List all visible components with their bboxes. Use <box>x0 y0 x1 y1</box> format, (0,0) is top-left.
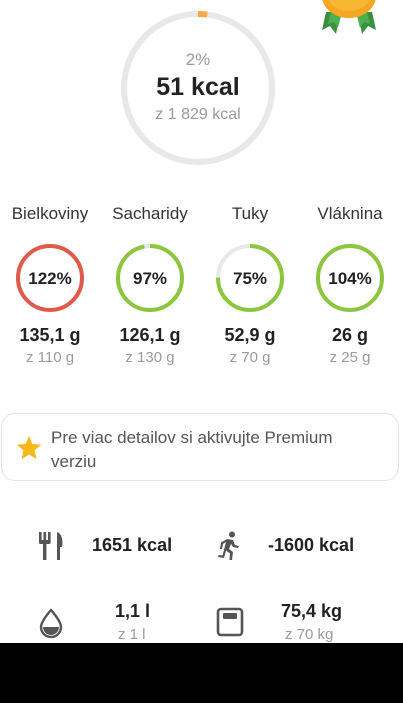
stat-food-value: 1651 kcal <box>92 535 173 555</box>
macro-amount: 126,1 g <box>119 325 181 345</box>
stat-exercise[interactable]: -1600 kcal <box>200 515 403 575</box>
macro-name: Sacharidy <box>112 204 188 223</box>
macro-name: Tuky <box>231 204 269 223</box>
stat-weight-value: 75,4 kg <box>281 601 343 621</box>
macro-fat[interactable]: Tuky 75% 52,9 g z 70 g <box>200 200 300 380</box>
daily-stats: 1651 kcal -1600 kcal 1,1 l z 1 l 75,4 kg <box>0 515 403 643</box>
macro-name: Bielkoviny <box>11 204 89 223</box>
medal-icon[interactable] <box>318 0 380 36</box>
nutrition-summary-screen: 2% 51 kcal z 1 829 kcal Bielkoviny 122% … <box>0 0 403 643</box>
macro-percent: 75% <box>232 269 268 288</box>
macro-percent: 122% <box>28 269 72 288</box>
water-drop-icon <box>39 608 63 638</box>
macro-goal: z 130 g <box>125 349 175 366</box>
scale-icon <box>216 607 244 637</box>
macro-amount: 26 g <box>331 325 369 345</box>
stat-food[interactable]: 1651 kcal <box>0 515 200 575</box>
macro-carbs[interactable]: Sacharidy 97% 126,1 g z 130 g <box>100 200 200 380</box>
stat-water[interactable]: 1,1 l z 1 l <box>0 581 200 643</box>
stat-water-value: 1,1 l <box>115 601 151 621</box>
running-icon <box>218 531 239 560</box>
calorie-progress-ring[interactable]: 2% 51 kcal z 1 829 kcal <box>119 9 277 167</box>
stat-weight-goal: z 70 kg <box>285 626 334 643</box>
macro-amount: 52,9 g <box>224 325 276 345</box>
macro-goal: z 110 g <box>25 349 75 366</box>
macro-protein[interactable]: Bielkoviny 122% 135,1 g z 110 g <box>0 200 100 380</box>
macro-ring: 122% <box>15 243 85 313</box>
stat-exercise-value: -1600 kcal <box>268 535 355 555</box>
macros-row: Bielkoviny 122% 135,1 g z 110 g Sacharid… <box>0 200 403 380</box>
macro-name: Vláknina <box>317 204 383 223</box>
macro-amount: 135,1 g <box>19 325 81 345</box>
calorie-value: 51 kcal <box>156 73 240 101</box>
macro-percent: 104% <box>328 269 372 288</box>
star-icon <box>16 435 42 460</box>
stat-weight[interactable]: 75,4 kg z 70 kg <box>200 581 403 643</box>
premium-promo-text: Pre viac detailov si aktivujte Premium v… <box>51 428 333 471</box>
macro-ring: 104% <box>315 243 385 313</box>
stat-water-goal: z 1 l <box>118 626 146 643</box>
calorie-percent: 2% <box>185 50 211 69</box>
macro-goal: z 25 g <box>329 349 371 366</box>
cutlery-icon <box>39 532 63 560</box>
macro-ring: 97% <box>115 243 185 313</box>
macro-percent: 97% <box>132 269 168 288</box>
macro-fiber[interactable]: Vláknina 104% 26 g z 25 g <box>300 200 400 380</box>
macro-goal: z 70 g <box>229 349 271 366</box>
macro-ring: 75% <box>215 243 285 313</box>
premium-promo-card[interactable]: Pre viac detailov si aktivujte Premium v… <box>1 413 399 481</box>
calorie-goal: z 1 829 kcal <box>155 106 241 123</box>
